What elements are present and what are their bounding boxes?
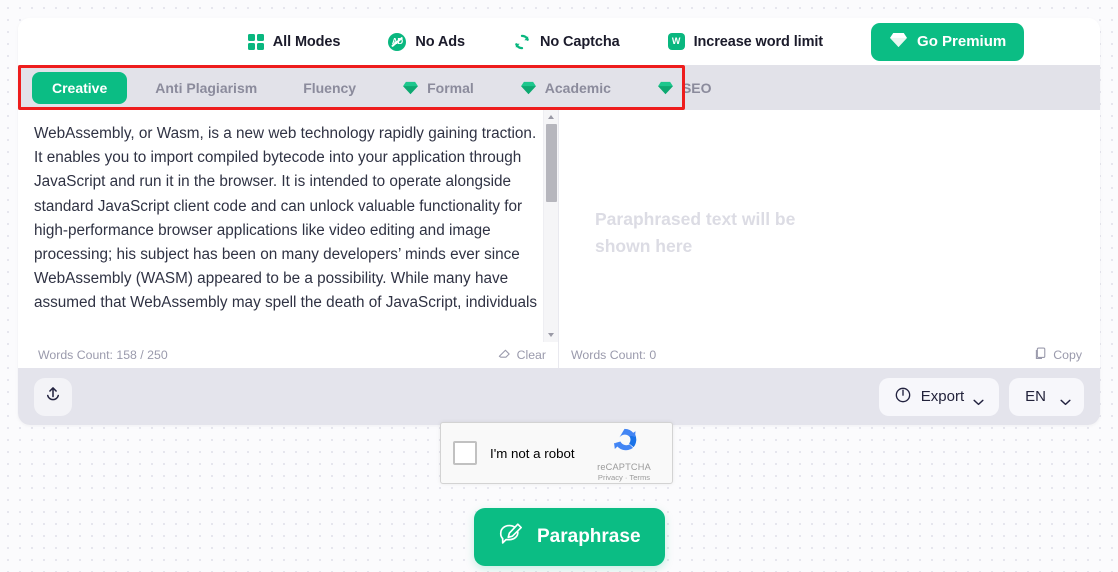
output-counts: Words Count: 0 Copy [559,342,1100,368]
word-limit-icon: W [667,33,685,50]
output-words-count: Words Count: 0 [571,348,657,362]
input-pane: WebAssembly, or Wasm, is a new web techn… [18,110,559,342]
diamond-icon [889,32,908,52]
promo-label-no-captcha: No Captcha [540,33,620,50]
tab-label-formal: Formal [427,79,474,96]
output-placeholder: Paraphrased text will be shown here [595,209,796,256]
copy-icon [1034,347,1047,363]
recaptcha-brand-name: reCAPTCHA [597,461,651,472]
promo-bar: All Modes AD No Ads No Captcha W Increas… [18,18,1100,65]
output-pane: Paraphrased text will be shown here [559,110,1100,342]
scrollbar-thumb[interactable] [546,124,557,202]
recaptcha-links[interactable]: Privacy · Terms [588,473,660,482]
upload-button[interactable] [34,377,72,416]
tab-label-academic: Academic [544,79,611,96]
promo-item-word-limit[interactable]: W Increase word limit [667,33,824,50]
clear-button[interactable]: Clear [498,347,546,363]
mode-tabs-wrapper: Creative Anti Plagiarism Fluency Formal [18,65,1100,110]
chevron-down-icon [1060,393,1071,406]
input-counts: Words Count: 158 / 250 Clear [18,342,559,368]
export-button[interactable]: Export [878,377,1000,416]
language-label: EN [1025,388,1046,405]
go-premium-label: Go Premium [917,33,1007,50]
tab-label-fluency: Fluency [303,79,357,96]
recaptcha-checkbox[interactable] [453,441,477,465]
tab-fluency[interactable]: Fluency [285,73,374,103]
paraphraser-card: All Modes AD No Ads No Captcha W Increas… [18,18,1100,425]
copy-button[interactable]: Copy [1034,347,1082,363]
promo-item-no-ads[interactable]: AD No Ads [388,32,465,51]
diamond-icon [520,81,537,95]
mode-tabs: Creative Anti Plagiarism Fluency Formal [18,65,1100,110]
input-scrollbar[interactable] [543,110,558,342]
promo-label-all-modes: All Modes [272,33,341,50]
chevron-down-icon [973,393,984,406]
language-select[interactable]: EN [1009,377,1084,416]
tab-label-anti-plagiarism: Anti Plagiarism [155,79,258,96]
tab-label-seo: SEO [681,79,712,96]
no-ads-icon: AD [388,32,407,51]
export-label: Export [920,388,965,405]
diamond-icon [402,81,419,95]
recaptcha-label: I'm not a robot [490,445,575,461]
copy-label: Copy [1053,348,1082,362]
scroll-down-arrow-icon[interactable] [544,328,559,342]
promo-item-all-modes[interactable]: All Modes [247,33,341,50]
input-textarea[interactable]: WebAssembly, or Wasm, is a new web techn… [18,110,558,342]
go-premium-button[interactable]: Go Premium [871,22,1025,61]
recaptcha-widget: I'm not a robot reCAPTCHA Privacy · Term… [440,422,673,484]
input-words-count: Words Count: 158 / 250 [38,348,168,362]
clear-label: Clear [516,348,546,362]
power-icon [894,386,912,408]
bottom-toolbar: Export EN [18,368,1100,425]
paraphrase-button[interactable]: Paraphrase [474,508,665,566]
recaptcha-branding: reCAPTCHA Privacy · Terms [588,425,660,482]
tab-seo[interactable]: SEO [639,73,730,103]
tab-creative[interactable]: Creative [32,71,128,104]
promo-label-no-ads: No Ads [415,33,465,50]
grid-icon [247,33,264,50]
scroll-up-arrow-icon[interactable] [544,110,559,124]
paraphrase-label: Paraphrase [537,526,641,547]
diamond-icon [657,81,674,95]
no-captcha-icon [513,33,531,51]
tab-formal[interactable]: Formal [384,73,492,103]
promo-label-word-limit: Increase word limit [693,33,824,50]
tab-academic[interactable]: Academic [502,73,629,103]
editor-panes: WebAssembly, or Wasm, is a new web techn… [18,110,1100,342]
edit-message-icon [498,522,524,552]
recaptcha-logo-icon [609,428,640,460]
eraser-icon [498,347,511,363]
counts-bar: Words Count: 158 / 250 Clear Words Count… [18,342,1100,368]
upload-icon [43,385,63,408]
tab-anti-plagiarism[interactable]: Anti Plagiarism [137,73,275,103]
tab-label-creative: Creative [52,79,108,96]
promo-item-no-captcha[interactable]: No Captcha [513,33,620,51]
